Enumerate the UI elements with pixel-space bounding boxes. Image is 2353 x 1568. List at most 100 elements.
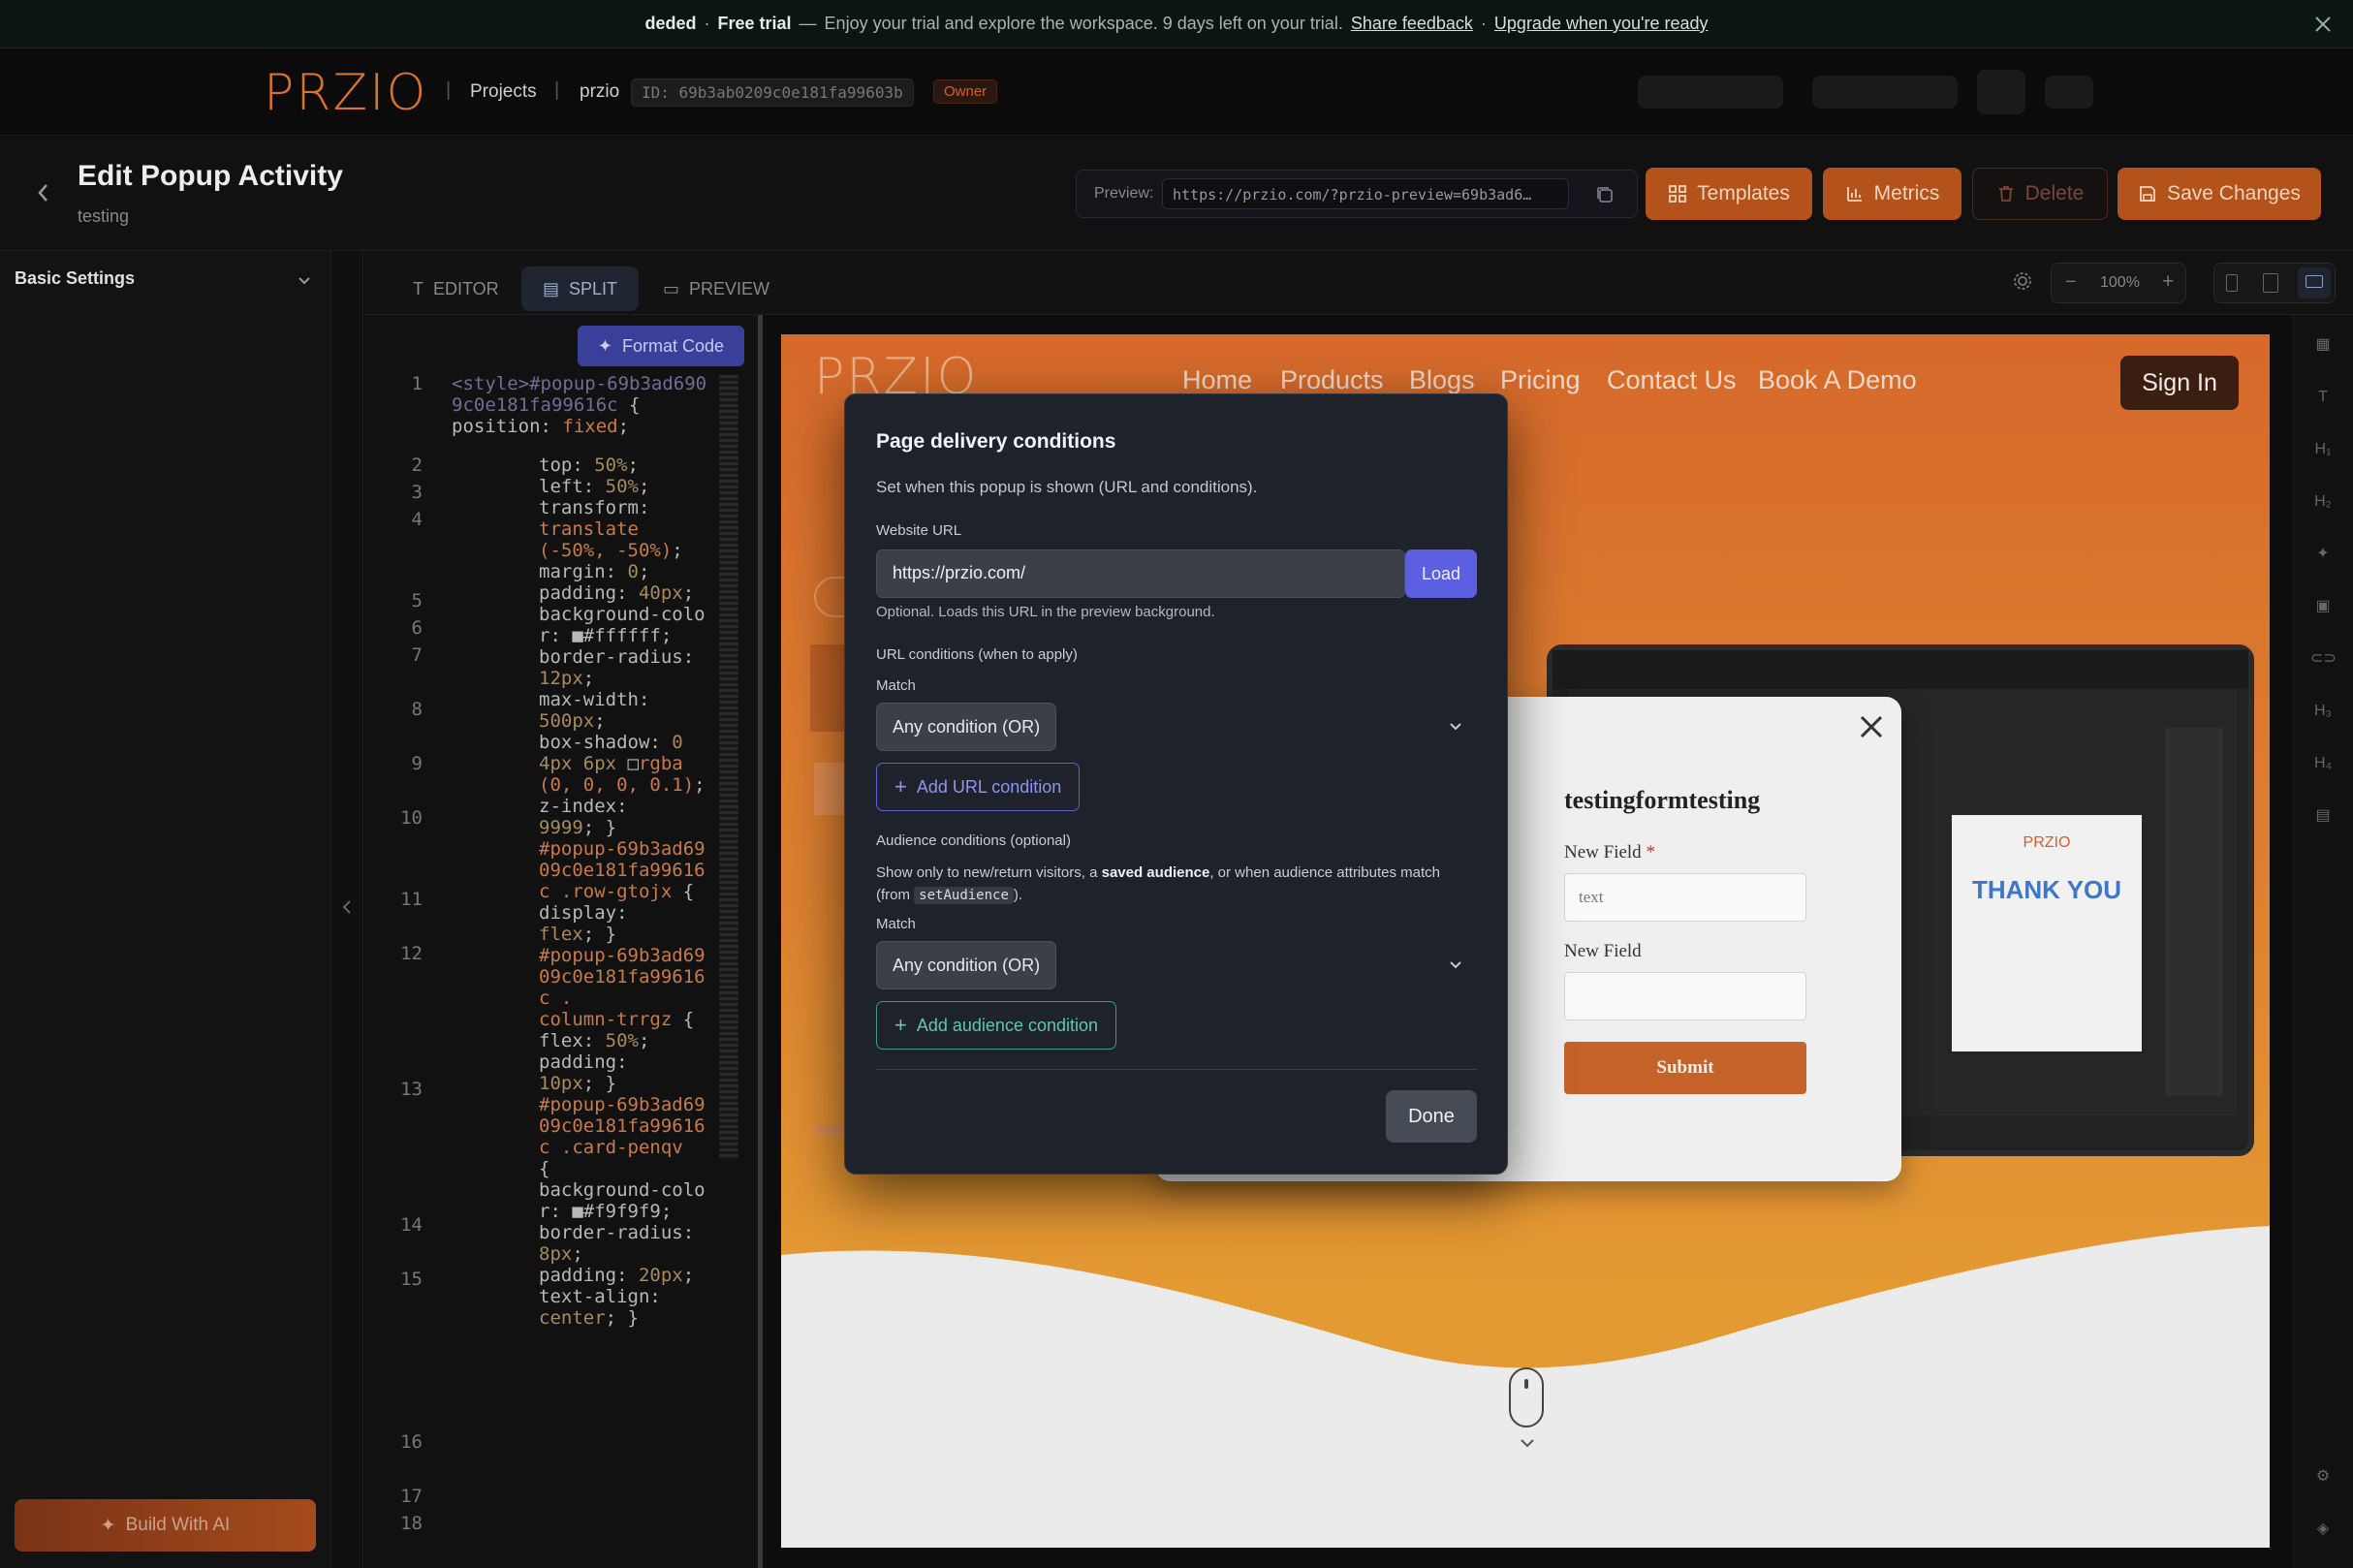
site-nav-demo[interactable]: Book A Demo — [1758, 365, 1917, 395]
device-switcher — [2213, 263, 2336, 303]
plus-icon: + — [894, 774, 907, 799]
chevron-left-icon[interactable] — [341, 898, 353, 916]
save-icon — [2140, 186, 2156, 202]
banner-message: Enjoy your trial and explore the workspa… — [824, 14, 1343, 33]
close-icon[interactable] — [1857, 712, 1886, 741]
preview-url-box: Preview: https://przio.com/?przio-previe… — [1076, 170, 1638, 218]
text-icon: T — [413, 278, 424, 298]
upgrade-link[interactable]: Upgrade when you're ready — [1494, 14, 1709, 34]
tab-editor[interactable]: T EDITOR — [392, 267, 520, 311]
delete-button[interactable]: Delete — [1972, 168, 2108, 220]
save-changes-button[interactable]: Save Changes — [2118, 168, 2321, 220]
site-nav-products[interactable]: Products — [1280, 365, 1384, 395]
back-chevron-icon[interactable] — [35, 181, 50, 204]
sidebar-collapse-strip[interactable] — [332, 251, 363, 1568]
avatar[interactable] — [1977, 70, 2025, 114]
tab-split[interactable]: ▤ SPLIT — [521, 267, 640, 311]
audience-match-value[interactable]: Any condition (OR) — [876, 941, 1056, 989]
website-url-input[interactable]: https://przio.com/ — [876, 549, 1405, 598]
field-label: New Field — [1564, 941, 1642, 961]
project-id-chip: ID: 69b3ab0209c0e181fa99603b — [631, 78, 914, 107]
preview-url-field[interactable]: https://przio.com/?przio-preview=69b3ad6… — [1162, 178, 1569, 209]
site-nav-pricing[interactable]: Pricing — [1500, 365, 1581, 395]
field-label: New Field * — [1564, 842, 1655, 862]
banner-plan: Free trial — [717, 14, 792, 33]
code-minimap[interactable] — [719, 375, 738, 1160]
templates-button[interactable]: Templates — [1646, 168, 1812, 220]
url-match-value[interactable]: Any condition (OR) — [876, 703, 1056, 751]
blurred-nav-item[interactable] — [1638, 76, 1783, 109]
sparkle-icon: ✦ — [597, 335, 613, 356]
zoom-out-button[interactable]: − — [2065, 271, 2077, 294]
page-header: Edit Popup Activity testing Preview: htt… — [0, 137, 2353, 251]
text-field[interactable]: text — [1564, 873, 1806, 922]
format-code-button[interactable]: ✦ Format Code — [578, 326, 744, 366]
desktop-icon[interactable] — [2298, 267, 2331, 298]
heading3-icon[interactable]: H₃ — [2310, 699, 2336, 724]
mobile-icon[interactable] — [2226, 274, 2238, 292]
split-icon: ▤ — [543, 278, 560, 298]
tab-preview[interactable]: ▭ PREVIEW — [642, 267, 791, 311]
blurred-nav-item[interactable] — [2045, 76, 2093, 109]
submit-button[interactable]: Submit — [1564, 1042, 1806, 1094]
chevron-down-icon[interactable] — [297, 272, 312, 288]
code-editor[interactable]: ✦ Format Code 1 2 3 4 5 6 7 8 9 10 11 12… — [364, 315, 762, 1568]
copy-icon[interactable] — [1594, 184, 1616, 205]
trash-icon — [1998, 186, 2013, 202]
chevron-down-icon[interactable] — [1448, 720, 1463, 734]
document-icon[interactable]: ▤ — [2310, 803, 2336, 829]
przio-logo[interactable]: PRZIO — [264, 64, 427, 122]
share-feedback-link[interactable]: Share feedback — [1351, 14, 1473, 34]
gear-icon[interactable] — [2012, 270, 2033, 292]
chevron-down-icon[interactable] — [1448, 958, 1463, 972]
grid-icon[interactable]: ▦ — [2310, 332, 2336, 358]
match-label: Match — [876, 677, 916, 694]
inner-popup-title: testingformtesting — [1564, 786, 1761, 814]
page-delivery-modal: Page delivery conditions Set when this p… — [844, 393, 1508, 1175]
done-button[interactable]: Done — [1386, 1090, 1477, 1143]
monitor-icon: ▭ — [663, 278, 680, 298]
site-nav-home[interactable]: Home — [1182, 365, 1252, 395]
sparkle-icon: ✦ — [100, 1515, 116, 1536]
site-nav-contact[interactable]: Contact Us — [1607, 365, 1737, 395]
tablet-icon[interactable] — [2263, 273, 2278, 293]
breadcrumb-projects[interactable]: Projects — [470, 81, 537, 103]
website-url-label: Website URL — [876, 522, 962, 539]
text-field[interactable] — [1564, 972, 1806, 1020]
build-with-ai-button[interactable]: ✦ Build With AI — [15, 1499, 316, 1552]
gear-icon[interactable]: ⚙ — [2310, 1464, 2336, 1490]
split-divider[interactable] — [758, 315, 763, 1568]
grid-icon — [1669, 185, 1687, 203]
audience-match-select[interactable]: Any condition (OR) — [876, 941, 1477, 989]
text-icon[interactable]: T — [2310, 385, 2336, 410]
site-nav-blogs[interactable]: Blogs — [1409, 365, 1475, 395]
url-hint: Optional. Loads this URL in the preview … — [876, 604, 1215, 620]
top-navigation: PRZIO | Projects | przio ID: 69b3ab0209c… — [0, 48, 2353, 136]
page-title: Edit Popup Activity — [78, 160, 343, 192]
link-icon[interactable]: ⊂⊃ — [2310, 646, 2337, 672]
chevron-down-icon — [1520, 1437, 1535, 1449]
bar-chart-icon — [1846, 187, 1862, 202]
add-url-condition-button[interactable]: + Add URL condition — [876, 763, 1081, 811]
basic-settings-header[interactable]: Basic Settings — [15, 268, 135, 289]
site-signin-button[interactable]: Sign In — [2120, 356, 2239, 410]
plus-icon: + — [894, 1013, 907, 1037]
close-icon[interactable] — [2312, 14, 2334, 35]
add-audience-condition-button[interactable]: + Add audience condition — [876, 1001, 1117, 1050]
blurred-nav-item[interactable] — [1812, 76, 1958, 109]
zoom-in-button[interactable]: + — [2162, 270, 2174, 294]
page-subtitle: testing — [78, 206, 130, 226]
breadcrumb-project[interactable]: przio — [580, 81, 619, 103]
heading1-icon[interactable]: H₁ — [2310, 437, 2336, 462]
layers-icon[interactable]: ◈ — [2310, 1517, 2336, 1542]
url-match-select[interactable]: Any condition (OR) — [876, 703, 1477, 751]
heading4-icon[interactable]: H₄ — [2310, 751, 2336, 776]
scroll-mouse-icon — [1509, 1367, 1544, 1427]
sparkle-icon[interactable]: ✦ — [2310, 542, 2336, 567]
heading2-icon[interactable]: H₂ — [2310, 489, 2336, 515]
load-button[interactable]: Load — [1405, 549, 1477, 598]
audience-conditions-label: Audience conditions (optional) — [876, 832, 1071, 849]
image-icon[interactable]: ▣ — [2310, 594, 2336, 619]
metrics-button[interactable]: Metrics — [1823, 168, 1961, 220]
banner-brand: deded — [644, 14, 697, 33]
